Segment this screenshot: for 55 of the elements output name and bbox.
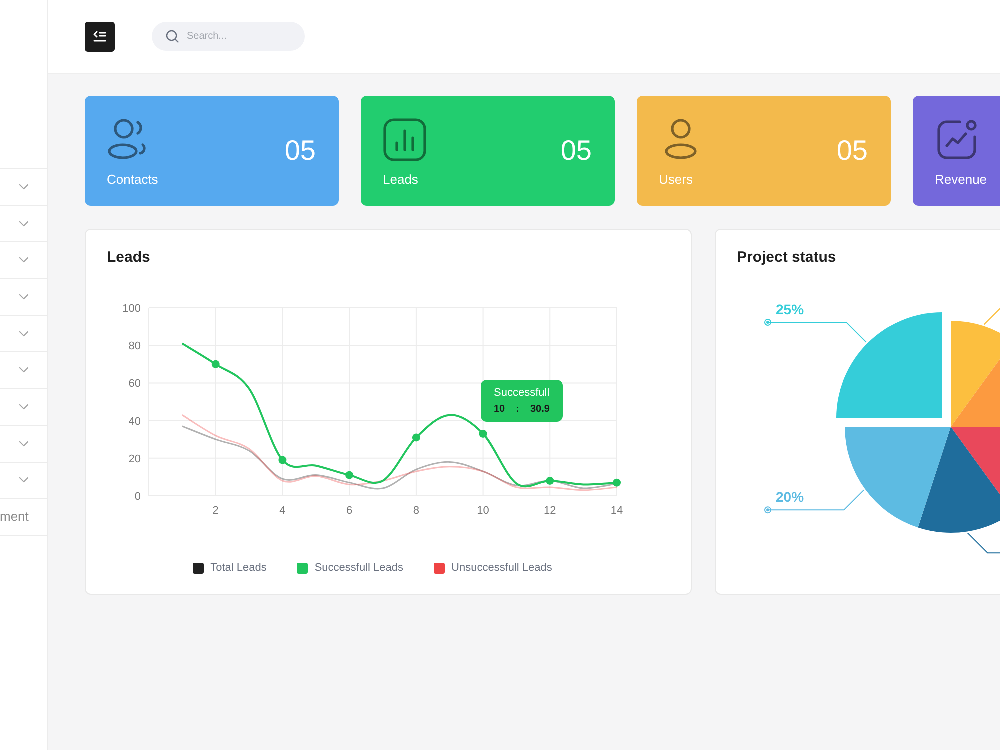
data-point bbox=[412, 434, 420, 442]
x-axis-label: 12 bbox=[544, 505, 556, 517]
x-axis-label: 6 bbox=[346, 505, 353, 517]
card-count: 05 bbox=[560, 135, 592, 167]
chart-trend-icon bbox=[935, 118, 979, 162]
leader-line bbox=[967, 532, 1000, 554]
data-point bbox=[613, 478, 621, 487]
x-axis-label: 2 bbox=[212, 505, 219, 517]
menu-button[interactable] bbox=[85, 22, 115, 52]
panel-title: Project status bbox=[736, 248, 836, 267]
search-field[interactable]: Search... bbox=[152, 22, 305, 51]
chevron-down-icon bbox=[19, 477, 29, 484]
tooltip-separator: : bbox=[516, 403, 520, 416]
bar-chart-icon bbox=[383, 118, 427, 162]
data-point bbox=[546, 476, 554, 485]
percent-label: 25% bbox=[776, 302, 804, 318]
data-point bbox=[346, 471, 354, 480]
chevron-down-icon bbox=[19, 367, 29, 374]
y-axis-label: 60 bbox=[128, 378, 141, 390]
x-axis-label: 4 bbox=[280, 505, 286, 517]
card-count: 05 bbox=[284, 135, 316, 167]
x-axis-label: 8 bbox=[413, 505, 420, 517]
card-label: Users bbox=[659, 172, 693, 188]
chevron-down-icon bbox=[19, 294, 29, 300]
y-axis-label: 40 bbox=[128, 416, 141, 428]
y-axis-label: 100 bbox=[122, 303, 141, 315]
legend-label: Total Leads bbox=[210, 561, 267, 575]
chevron-down-icon bbox=[19, 404, 29, 410]
card-label: Leads bbox=[383, 172, 418, 188]
y-axis-label: 0 bbox=[134, 491, 141, 503]
chevron-down-icon bbox=[19, 330, 29, 337]
tooltip-value: 30.9 bbox=[530, 403, 550, 416]
tooltip-title: Successfull bbox=[494, 386, 550, 400]
legend-label: Unsuccessfull Leads bbox=[452, 561, 552, 575]
percent-label: 20% bbox=[776, 489, 804, 506]
chevron-down-icon bbox=[19, 257, 29, 264]
chevron-down-icon bbox=[19, 184, 29, 190]
legend-label: Successfull Leads bbox=[314, 561, 404, 575]
data-point bbox=[479, 430, 488, 438]
data-point bbox=[212, 360, 220, 368]
x-axis-label: 10 bbox=[477, 505, 490, 517]
data-point bbox=[278, 456, 287, 464]
x-axis-label: 14 bbox=[610, 505, 624, 517]
chevron-down-icon bbox=[19, 220, 29, 227]
search-icon bbox=[166, 30, 179, 43]
y-axis-label: 20 bbox=[128, 453, 141, 466]
card-label: Revenue bbox=[935, 172, 988, 188]
chevron-down-icon bbox=[19, 440, 29, 447]
tooltip-x-value: 10 bbox=[494, 403, 506, 416]
y-axis-label: 80 bbox=[128, 340, 141, 353]
sidebar-item[interactable]: ment bbox=[0, 499, 47, 536]
card-count: 05 bbox=[836, 135, 868, 167]
menu-collapse-icon bbox=[93, 30, 107, 42]
card-label: Contacts bbox=[107, 172, 158, 188]
panel-title: Leads bbox=[106, 248, 150, 267]
